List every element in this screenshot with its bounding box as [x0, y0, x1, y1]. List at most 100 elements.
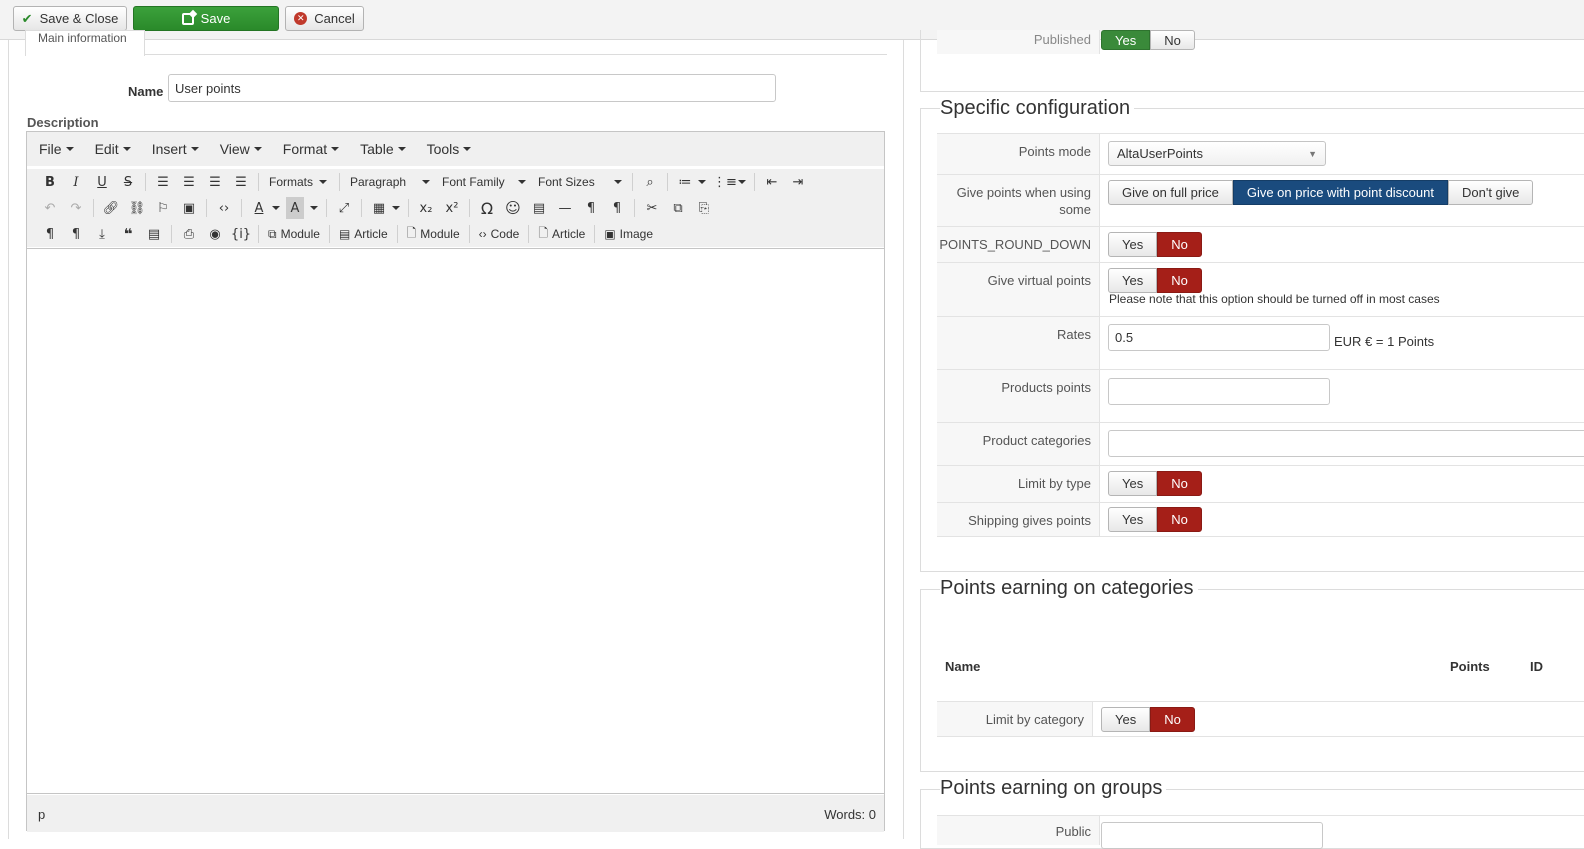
product-categories-input[interactable]	[1108, 430, 1584, 457]
separator	[145, 173, 146, 191]
preview-icon[interactable]: ◉	[202, 223, 228, 245]
limit-category-yes-button[interactable]: Yes	[1101, 707, 1151, 732]
name-input[interactable]: User points	[168, 74, 776, 102]
module-button[interactable]: ⧉ Module	[263, 227, 325, 242]
menu-format[interactable]: Format	[283, 141, 340, 157]
limit-category-toggle: Yes No	[1101, 707, 1195, 732]
anchor-icon[interactable]: ⚐	[150, 197, 176, 219]
menu-view[interactable]: View	[220, 141, 262, 157]
article-button-2[interactable]: 🗋 Article	[533, 224, 590, 245]
save-close-button[interactable]: ✔ Save & Close	[13, 6, 127, 31]
rates-label: Rates	[937, 317, 1100, 369]
strikethrough-icon[interactable]: S	[115, 171, 141, 193]
round-down-no-button[interactable]: No	[1157, 232, 1202, 257]
caret-icon[interactable]	[698, 180, 706, 184]
menu-tools-label: Tools	[426, 141, 460, 157]
menu-edit[interactable]: Edit	[95, 141, 131, 157]
tab-main-information[interactable]: Main information	[25, 30, 145, 56]
font-sizes-dropdown[interactable]: Font Sizes	[532, 175, 628, 189]
text-color-icon[interactable]: A	[246, 197, 272, 219]
article-button[interactable]: ▤ Article	[334, 227, 393, 241]
print-icon[interactable]: ⎙	[176, 223, 202, 245]
points-mode-select[interactable]: AltaUserPoints ▼	[1108, 141, 1326, 166]
special-char-icon[interactable]: Ω	[474, 197, 500, 219]
save-button[interactable]: Save	[133, 6, 279, 31]
published-no-button[interactable]: No	[1150, 30, 1195, 50]
shipping-yes-button[interactable]: Yes	[1108, 507, 1158, 532]
hr-icon[interactable]: —	[552, 197, 578, 219]
outdent-icon[interactable]: ⇤	[759, 171, 785, 193]
virtual-no-button[interactable]: No	[1157, 268, 1202, 293]
paragraph-label: Paragraph	[350, 175, 407, 189]
fullscreen-icon[interactable]: ⤢	[331, 197, 357, 219]
caret-icon[interactable]	[310, 206, 318, 210]
give-discount-price-button[interactable]: Give on price with point discount	[1232, 180, 1448, 205]
numbered-list-icon[interactable]: ⋮≡	[712, 171, 738, 193]
menu-tools[interactable]: Tools	[427, 141, 472, 157]
align-left-icon[interactable]: ☰	[150, 171, 176, 193]
align-right-icon[interactable]: ☰	[202, 171, 228, 193]
limit-type-no-button[interactable]: No	[1157, 471, 1202, 496]
editor-content-area[interactable]	[27, 248, 884, 794]
table-icon[interactable]: ▦	[366, 197, 392, 219]
font-family-dropdown[interactable]: Font Family	[436, 175, 532, 189]
align-justify-icon[interactable]: ☰	[228, 171, 254, 193]
products-points-input[interactable]	[1108, 378, 1330, 405]
rates-suffix: EUR € = 1 Points	[1334, 334, 1435, 349]
categories-fieldset	[920, 589, 1584, 772]
cancel-button[interactable]: ✕ Cancel	[285, 6, 364, 31]
cut-icon[interactable]: ✂	[639, 197, 665, 219]
caret-icon[interactable]	[392, 206, 400, 210]
image-icon[interactable]: ▣	[176, 197, 202, 219]
underline-icon[interactable]: U	[89, 171, 115, 193]
rates-input[interactable]: 0.5	[1108, 324, 1330, 351]
bullet-list-icon[interactable]: ≔	[672, 171, 698, 193]
caret-icon[interactable]	[272, 206, 280, 210]
menu-file[interactable]: File	[39, 141, 74, 157]
find-replace-icon[interactable]: ⌕	[637, 171, 663, 193]
limit-category-no-button[interactable]: No	[1150, 707, 1195, 732]
code-icon[interactable]: ‹›	[211, 197, 237, 219]
undo-icon[interactable]: ↶	[37, 197, 63, 219]
ltr-icon[interactable]: ¶	[578, 197, 604, 219]
align-center-icon[interactable]: ☰	[176, 171, 202, 193]
virtual-yes-button[interactable]: Yes	[1108, 268, 1158, 293]
give-full-price-button[interactable]: Give on full price	[1108, 180, 1233, 205]
superscript-icon[interactable]: x²	[439, 197, 465, 219]
dont-give-button[interactable]: Don't give	[1447, 180, 1534, 205]
visual-chars-icon[interactable]: ¶	[37, 223, 63, 245]
rtl-icon[interactable]: ¶	[604, 197, 630, 219]
insert-datetime-icon[interactable]: ⤓	[89, 223, 115, 245]
italic-icon[interactable]: I	[63, 171, 89, 193]
element-path[interactable]: p	[38, 807, 45, 822]
module-button-2[interactable]: 🗋 Module	[402, 224, 465, 245]
link-icon[interactable]: 🔗︎	[98, 197, 124, 219]
copy-icon[interactable]: ⧉	[665, 197, 691, 219]
code-button[interactable]: ‹› Code	[474, 227, 525, 241]
media-icon[interactable]: ▤	[526, 197, 552, 219]
round-down-yes-button[interactable]: Yes	[1108, 232, 1158, 257]
limit-category-label: Limit by category	[937, 702, 1093, 736]
emoticons-icon[interactable]: ☺	[500, 197, 526, 219]
public-points-input[interactable]	[1101, 822, 1323, 849]
redo-icon[interactable]: ↷	[63, 197, 89, 219]
caret-icon[interactable]	[738, 180, 746, 184]
blockquote-icon[interactable]: ❝	[115, 223, 141, 245]
bold-icon[interactable]: B	[37, 171, 63, 193]
unlink-icon[interactable]: ⛓	[124, 197, 150, 219]
paste-icon[interactable]: ⎘	[691, 197, 717, 219]
menu-table[interactable]: Table	[360, 141, 406, 157]
background-color-icon[interactable]: A	[286, 197, 304, 219]
published-yes-button[interactable]: Yes	[1101, 30, 1151, 50]
paragraph-dropdown[interactable]: Paragraph	[344, 175, 436, 189]
image-button[interactable]: ▣ Image	[599, 227, 658, 241]
code-sample-icon[interactable]: {i}	[228, 223, 254, 245]
indent-icon[interactable]: ⇥	[785, 171, 811, 193]
nonbreaking-icon[interactable]: ¶	[63, 223, 89, 245]
subscript-icon[interactable]: x₂	[413, 197, 439, 219]
limit-type-yes-button[interactable]: Yes	[1108, 471, 1158, 496]
menu-insert[interactable]: Insert	[152, 141, 199, 157]
shipping-no-button[interactable]: No	[1157, 507, 1202, 532]
template-icon[interactable]: ▤	[141, 223, 167, 245]
formats-dropdown[interactable]: Formats	[263, 175, 335, 189]
